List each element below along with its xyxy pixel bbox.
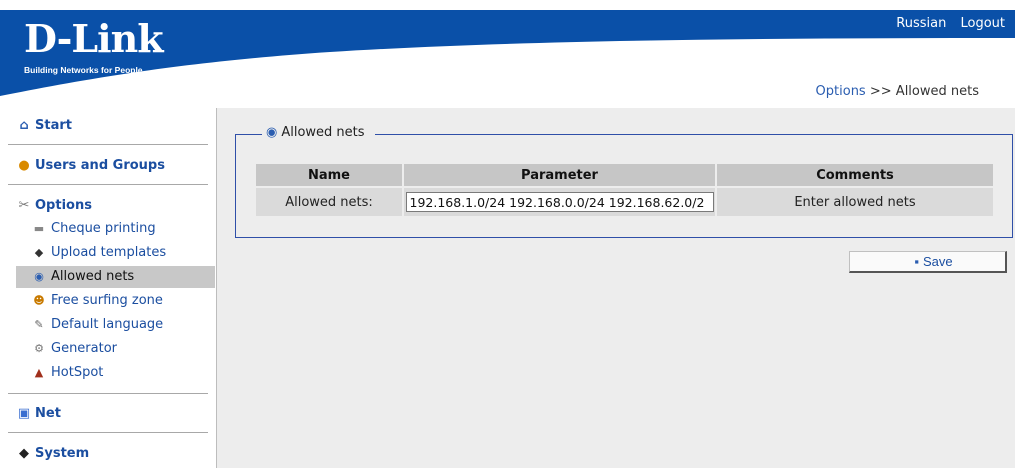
home-icon: ⌂ [19,118,29,133]
sidebar-item-allowed-nets[interactable]: ◉ Allowed nets [16,266,215,288]
language-icon: ✎ [34,318,44,331]
column-header-name: Name [256,164,402,186]
sidebar-section-start[interactable]: ⌂ Start [16,118,72,133]
main-content: ◉ Allowed nets Name Parameter Comments Al… [216,108,1015,468]
surfer-icon: ☻ [33,294,45,307]
floppy-disk-icon: ▪ [914,254,919,269]
russian-language-link[interactable]: Russian [896,16,946,31]
settings-table: Name Parameter Comments Allowed nets: En… [254,162,995,218]
printer-icon: ▬ [33,222,45,235]
row-name: Allowed nets: [256,188,402,216]
sidebar-section-net[interactable]: ▣ Net [16,406,61,421]
sidebar-section-system[interactable]: ◆ System [16,446,89,461]
column-header-parameter: Parameter [404,164,715,186]
table-header-row: Name Parameter Comments [256,164,993,186]
template-icon: ◆ [34,246,44,259]
globe-icon: ◉ [34,270,44,283]
sidebar-item-cheque-printing[interactable]: ▬ Cheque printing [31,218,215,240]
generator-icon: ⚙ [34,342,44,355]
tools-icon: ✂ [18,198,30,213]
logo-tagline: Building Networks for People [24,65,143,75]
row-comment: Enter allowed nets [717,188,993,216]
hotspot-icon: ▲ [34,366,44,379]
row-parameter-cell [404,188,715,216]
sidebar-item-hotspot[interactable]: ▲ HotSpot [31,362,215,384]
sidebar-divider [8,393,208,394]
sidebar-divider [8,144,208,145]
sidebar-section-users-and-groups[interactable]: ● Users and Groups [16,158,165,173]
sidebar-item-generator[interactable]: ⚙ Generator [31,338,215,360]
breadcrumb-separator: >> [869,84,892,99]
breadcrumb-options-link[interactable]: Options [816,84,866,99]
top-links: Russian Logout [886,16,1005,31]
allowed-nets-fieldset: ◉ Allowed nets Name Parameter Comments Al… [235,125,1013,238]
sidebar-item-default-language[interactable]: ✎ Default language [31,314,215,336]
table-row: Allowed nets: Enter allowed nets [256,188,993,216]
chip-icon: ◆ [19,446,29,461]
sidebar: ⌂ Start ● Users and Groups ✂ Options ▬ Chequ… [0,108,215,468]
sidebar-item-upload-templates[interactable]: ◆ Upload templates [31,242,215,264]
globe-icon: ◉ [266,125,278,140]
sidebar-section-options[interactable]: ✂ Options [16,198,92,213]
save-button[interactable]: ▪ Save [849,251,1007,273]
column-header-comments: Comments [717,164,993,186]
sidebar-divider [8,184,208,185]
user-icon: ● [18,158,30,173]
breadcrumb: Options >> Allowed nets [816,84,979,99]
sidebar-divider [8,432,208,433]
sidebar-item-free-surfing-zone[interactable]: ☻ Free surfing zone [31,290,215,312]
logout-link[interactable]: Logout [960,16,1005,31]
breadcrumb-current: Allowed nets [895,84,979,99]
dlink-logo: D-Link [24,16,164,61]
allowed-nets-input[interactable] [405,192,714,212]
computer-icon: ▣ [17,406,31,421]
fieldset-legend: ◉ Allowed nets [262,125,375,140]
